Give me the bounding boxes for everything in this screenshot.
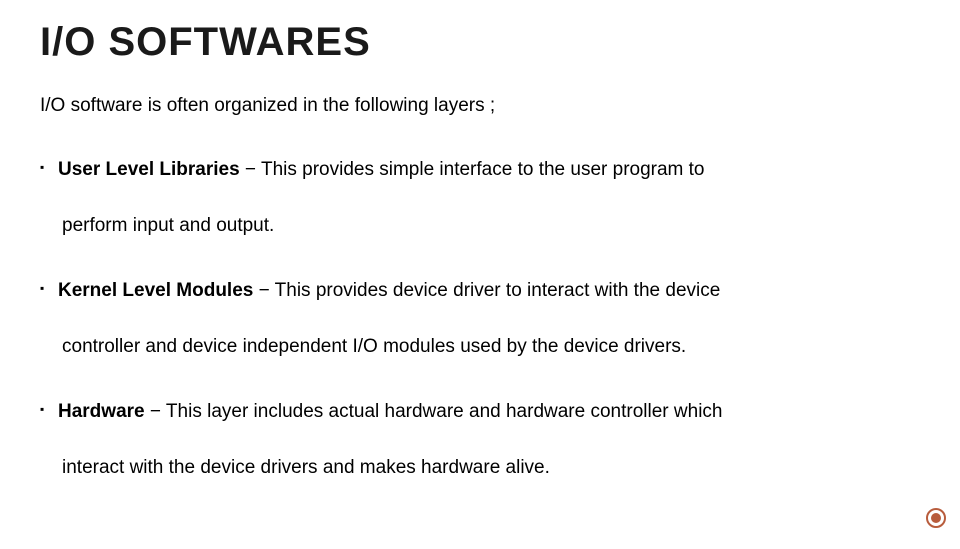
- bullet-list: User Level Libraries − This provides sim…: [40, 156, 920, 483]
- list-item: User Level Libraries − This provides sim…: [40, 156, 920, 241]
- bullet-desc: − This provides simple interface to the …: [240, 159, 705, 180]
- corner-decoration-icon: [926, 508, 946, 528]
- list-item: Hardware − This layer includes actual ha…: [40, 398, 920, 483]
- bullet-cont: interact with the device drivers and mak…: [58, 454, 920, 483]
- page-title: I/O SOFTWARES: [40, 20, 920, 65]
- list-item: Kernel Level Modules − This provides dev…: [40, 277, 920, 362]
- bullet-cont: controller and device independent I/O mo…: [58, 333, 920, 362]
- bullet-desc: − This layer includes actual hardware an…: [145, 401, 723, 422]
- bullet-desc: − This provides device driver to interac…: [253, 280, 720, 301]
- slide-content: I/O SOFTWARES I/O software is often orga…: [0, 0, 960, 549]
- bullet-term: Kernel Level Modules: [58, 280, 253, 301]
- bullet-cont: perform input and output.: [58, 212, 920, 241]
- intro-text: I/O software is often organized in the f…: [40, 93, 920, 120]
- bullet-term: Hardware: [58, 401, 145, 422]
- bullet-term: User Level Libraries: [58, 159, 240, 180]
